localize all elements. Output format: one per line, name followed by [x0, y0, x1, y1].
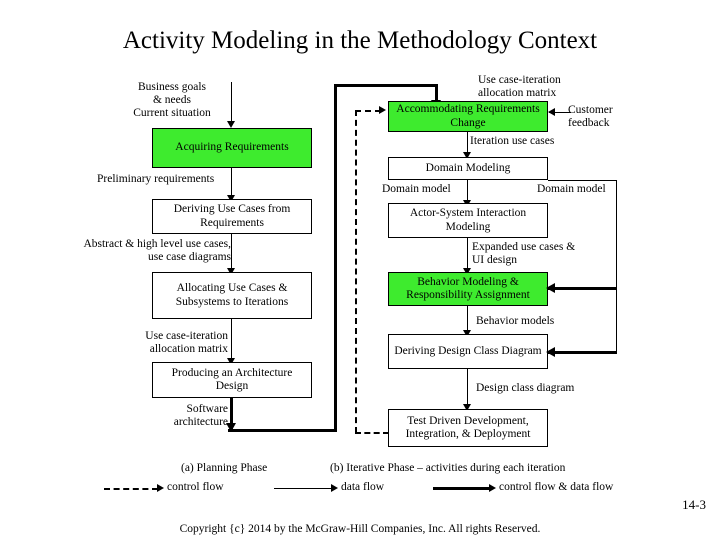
box-producing-architecture-label: Producing an Architecture Design — [171, 366, 293, 393]
box-deriving-use-cases[interactable]: Deriving Use Cases from Requirements — [152, 199, 312, 234]
box-behavior-modeling[interactable]: Behavior Modeling & Responsibility Assig… — [388, 272, 548, 306]
legend-solid-thick-line — [433, 487, 491, 490]
arrowhead-dashed-loop-into-accommodating — [379, 106, 386, 114]
box-accommodating-requirements-change-label: Accommodating Requirements Change — [396, 103, 540, 129]
label-preliminary-requirements: Preliminary requirements — [97, 173, 215, 185]
domain-model-arrow-to-behavior — [548, 287, 617, 290]
box-producing-architecture[interactable]: Producing an Architecture Design — [152, 362, 312, 398]
box-actor-system-interaction[interactable]: Actor-System Interaction Modeling — [388, 203, 548, 238]
box-behavior-modeling-label: Behavior Modeling & Responsibility Assig… — [406, 275, 530, 302]
label-customer-feedback: Customer feedback — [568, 104, 613, 129]
label-use-case-iteration-matrix-right: Use case-iteration allocation matrix — [478, 74, 561, 99]
label-domain-model-left: Domain model — [382, 183, 451, 195]
label-design-class-diagram: Design class diagram — [476, 382, 575, 394]
label-use-case-iteration-matrix-left: Use case-iteration allocation matrix — [145, 330, 228, 355]
box-deriving-design-class[interactable]: Deriving Design Class Diagram — [388, 334, 548, 369]
box-actor-system-interaction-label: Actor-System Interaction Modeling — [409, 207, 527, 233]
box-allocating-use-cases-label: Allocating Use Cases & Subsystems to Ite… — [175, 282, 289, 308]
caption-planning-phase: (a) Planning Phase — [181, 462, 268, 474]
loop-left-vertical-segment — [334, 84, 337, 432]
box-accommodating-requirements-change[interactable]: Accommodating Requirements Change — [388, 101, 548, 132]
box-domain-modeling-label: Domain Modeling — [425, 161, 511, 174]
connector-design-class-to-test-driven — [467, 369, 468, 407]
arrowhead-customer-feedback — [548, 107, 555, 116]
domain-model-loop-top — [548, 180, 617, 181]
label-software-architecture: Software architecture — [173, 403, 228, 428]
dashed-loop-bottom-segment — [355, 432, 389, 434]
connector-allocating-to-producing — [231, 319, 232, 360]
box-deriving-design-class-label: Deriving Design Class Diagram — [394, 344, 542, 357]
legend-label-control-flow: control flow — [167, 481, 224, 493]
box-acquiring-requirements[interactable]: Acquiring Requirements — [152, 128, 312, 168]
page-title: Activity Modeling in the Methodology Con… — [122, 27, 598, 54]
label-abstract-use-cases: Abstract & high level use cases, use cas… — [83, 238, 231, 263]
legend-dashed-line — [104, 488, 158, 490]
box-test-driven-development[interactable]: Test Driven Development, Integration, & … — [388, 409, 548, 447]
caption-iterative-phase: (b) Iterative Phase – activities during … — [330, 462, 566, 474]
label-behavior-models: Behavior models — [476, 315, 555, 327]
legend-label-data-flow: data flow — [341, 481, 385, 493]
label-iteration-use-cases: Iteration use cases — [470, 135, 555, 147]
box-allocating-use-cases[interactable]: Allocating Use Cases & Subsystems to Ite… — [152, 272, 312, 319]
connector-behavior-to-design-class — [467, 306, 468, 332]
loop-top-segment — [334, 84, 438, 87]
connector-acquiring-to-deriving — [231, 168, 232, 197]
connector-deriving-to-allocating — [231, 234, 232, 270]
legend-label-control-and-data-flow: control flow & data flow — [499, 481, 614, 493]
domain-model-loop-right-vertical — [616, 180, 617, 352]
page-number: 14-3 — [682, 497, 706, 512]
domain-model-arrow-to-design-class — [548, 351, 617, 354]
arrowhead-domain-model-to-behavior — [546, 283, 555, 293]
box-domain-modeling[interactable]: Domain Modeling — [388, 157, 548, 180]
dashed-loop-top-segment — [355, 110, 381, 112]
legend-solid-thin-line — [274, 488, 332, 489]
dashed-loop-vertical-segment — [355, 110, 357, 433]
box-acquiring-requirements-label: Acquiring Requirements — [175, 141, 289, 154]
legend-solid-thin-arrowhead — [331, 484, 338, 492]
legend-dashed-arrowhead — [157, 484, 164, 492]
label-expanded-use-cases: Expanded use cases & UI design — [472, 241, 576, 266]
label-business-goals: Business goals & needs Current situation — [133, 81, 211, 119]
box-test-driven-development-label: Test Driven Development, Integration, & … — [405, 414, 531, 441]
arrowhead-input-to-acquiring — [226, 121, 235, 128]
box-deriving-use-cases-label: Deriving Use Cases from Requirements — [173, 203, 291, 229]
connector-actor-system-to-behavior — [467, 238, 468, 270]
loop-bottom-segment — [228, 429, 336, 432]
slide-canvas: Activity Modeling in the Methodology Con… — [0, 0, 720, 540]
label-domain-model-right: Domain model — [537, 183, 606, 195]
connector-input-to-acquiring — [231, 82, 232, 122]
copyright-notice: Copyright {c} 2014 by the McGraw-Hill Co… — [179, 523, 541, 535]
legend-solid-thick-arrowhead — [489, 484, 496, 492]
arrowhead-domain-model-to-design-class — [546, 347, 555, 357]
